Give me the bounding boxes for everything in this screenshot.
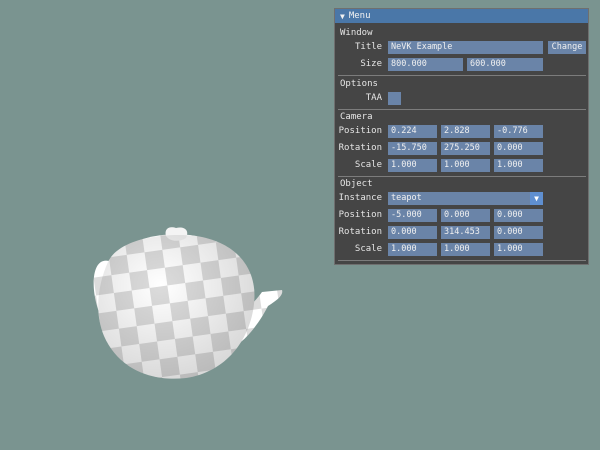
separator bbox=[338, 109, 586, 110]
teapot-model bbox=[93, 227, 283, 379]
window-heading: Window bbox=[340, 28, 373, 38]
camera-position-z[interactable]: -0.776 bbox=[494, 125, 543, 138]
instance-label: Instance bbox=[338, 193, 382, 203]
size-height-input[interactable]: 600.000 bbox=[467, 58, 543, 71]
object-rotation-x[interactable]: 0.000 bbox=[388, 226, 437, 239]
change-button[interactable]: Change bbox=[548, 41, 586, 54]
camera-position-label: Position bbox=[338, 126, 382, 136]
object-rotation-z[interactable]: 0.000 bbox=[494, 226, 543, 239]
object-scale-z[interactable]: 1.000 bbox=[494, 243, 543, 256]
camera-position-x[interactable]: 0.224 bbox=[388, 125, 437, 138]
object-scale-label: Scale bbox=[354, 244, 382, 254]
title-label: Title bbox=[355, 42, 383, 52]
camera-rotation-label: Rotation bbox=[338, 143, 382, 153]
camera-scale-y[interactable]: 1.000 bbox=[441, 159, 490, 172]
title-input[interactable]: NeVK Example bbox=[388, 41, 543, 54]
camera-scale-z[interactable]: 1.000 bbox=[494, 159, 543, 172]
camera-scale-x[interactable]: 1.000 bbox=[388, 159, 437, 172]
triangle-down-icon[interactable]: ▼ bbox=[340, 12, 345, 21]
menu-title: Menu bbox=[348, 11, 371, 21]
instance-select[interactable]: teapot bbox=[388, 192, 530, 205]
options-heading: Options bbox=[340, 79, 378, 89]
taa-checkbox[interactable] bbox=[388, 92, 401, 105]
menu-panel: ▼ Menu Window Title NeVK Example Change … bbox=[334, 8, 589, 265]
object-scale-y[interactable]: 1.000 bbox=[441, 243, 490, 256]
separator bbox=[338, 260, 586, 261]
camera-rotation-x[interactable]: -15.750 bbox=[388, 142, 437, 155]
triangle-down-icon[interactable]: ▼ bbox=[530, 192, 543, 205]
camera-position-y[interactable]: 2.828 bbox=[441, 125, 490, 138]
object-heading: Object bbox=[340, 179, 373, 189]
object-position-x[interactable]: -5.000 bbox=[388, 209, 437, 222]
taa-label: TAA bbox=[365, 93, 382, 103]
size-label: Size bbox=[360, 59, 382, 69]
object-rotation-y[interactable]: 314.453 bbox=[441, 226, 490, 239]
camera-rotation-y[interactable]: 275.250 bbox=[441, 142, 490, 155]
object-position-label: Position bbox=[338, 210, 382, 220]
separator bbox=[338, 75, 586, 76]
size-width-input[interactable]: 800.000 bbox=[388, 58, 463, 71]
camera-rotation-z[interactable]: 0.000 bbox=[494, 142, 543, 155]
camera-scale-label: Scale bbox=[354, 160, 382, 170]
object-rotation-label: Rotation bbox=[338, 227, 382, 237]
camera-heading: Camera bbox=[340, 112, 373, 122]
object-scale-x[interactable]: 1.000 bbox=[388, 243, 437, 256]
menu-titlebar[interactable]: ▼ Menu bbox=[335, 9, 588, 23]
object-position-y[interactable]: 0.000 bbox=[441, 209, 490, 222]
separator bbox=[338, 176, 586, 177]
object-position-z[interactable]: 0.000 bbox=[494, 209, 543, 222]
